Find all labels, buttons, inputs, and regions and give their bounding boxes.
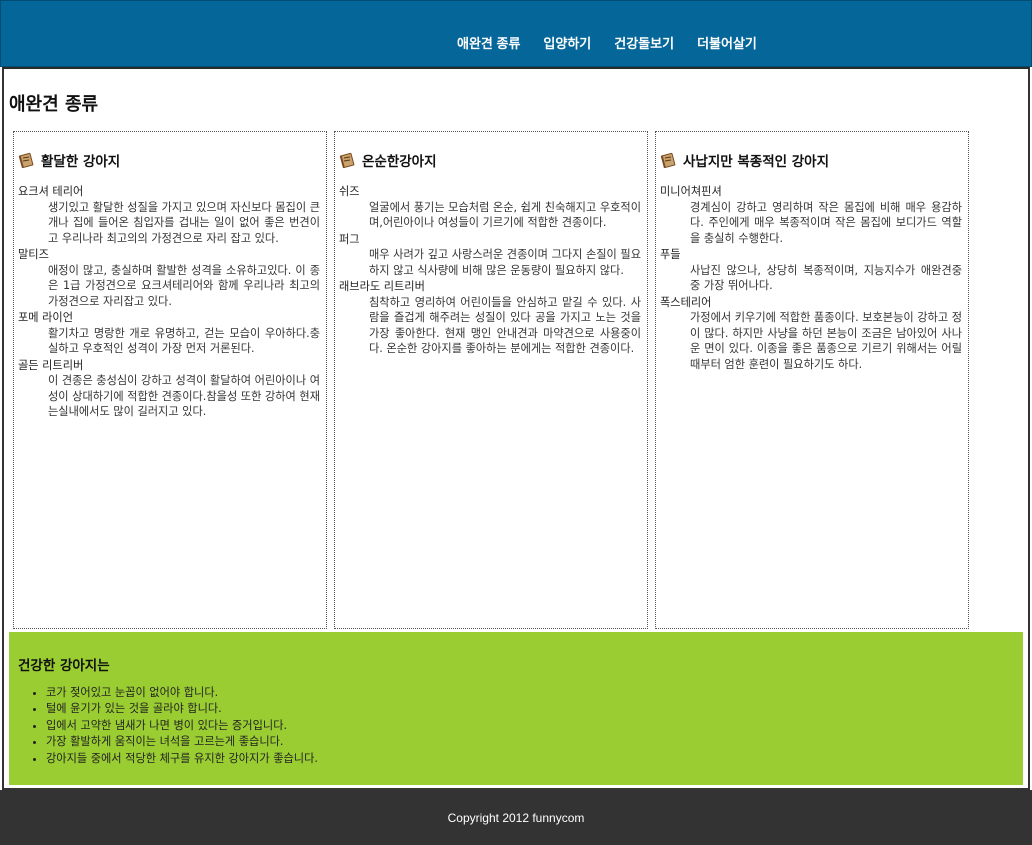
breed-description: 경계심이 강하고 영리하며 작은 몸집에 비해 매우 용감하다. 주인에게 매우… [690,200,962,245]
nav-item-health[interactable]: 건강돌보기 [614,33,674,52]
health-tips-box: 건강한 강아지는 코가 젖어있고 눈꼽이 없어야 합니다. 털에 윤기가 있는 … [9,632,1023,785]
breed-name: 미니어쳐핀셔 [660,185,722,198]
copyright-text: Copyright 2012 funnycom [447,811,585,825]
list-item: 강아지들 중에서 적당한 체구를 유지한 강아지가 좋습니다. [46,751,318,767]
breed-name: 골든 리트리버 [18,358,84,372]
column-header: 활달한 강아지 [18,150,320,170]
breed-description: 이 견종은 충성심이 강하고 성격이 활달하여 어린아이나 여성이 상대하기에 … [48,374,320,418]
main-nav: 애완견 종류 입양하기 건강돌보기 더불어살기 [457,33,780,52]
breed-description: 가정에서 키우기에 적합한 품종이다. 보호본능이 강하고 정이 많다. 하지만… [690,311,962,371]
breed-description: 침착하고 영리하여 어린이들을 안심하고 맡길 수 있다. 사람을 즐겁게 해주… [369,295,641,356]
list-item: 입에서 고약한 냄새가 나면 병이 있다는 증거입니다. [46,718,318,734]
breed-description: 얼굴에서 풍기는 모습처럼 온순, 쉽게 친숙해지고 우호적이며,어린아이나 여… [369,200,641,230]
breed-name: 요크셔 테리어 [18,185,84,198]
health-tips-title: 건강한 강아지는 [18,658,110,674]
list-item: 가장 활발하게 움직이는 녀석을 고르는게 좋습니다. [46,734,318,750]
book-icon [660,152,676,168]
book-icon [339,152,355,168]
breed-description: 애정이 많고, 충실하며 활발한 성격을 소유하고있다. 이 종은 1급 가정견… [48,263,320,308]
breed-list: 쉬즈 얼굴에서 풍기는 모습처럼 온순, 쉽게 친숙해지고 우호적이며,어린아이… [339,184,641,357]
health-tips-list: 코가 젖어있고 눈꼽이 없어야 합니다. 털에 윤기가 있는 것을 골라야 합니… [26,685,318,767]
breed-name: 쉬즈 [339,185,360,198]
breed-name: 폭스테리어 [660,295,712,309]
breed-column-obedient: 사납지만 복종적인 강아지 미니어쳐핀셔 경계심이 강하고 영리하며 작은 몸집… [655,131,969,629]
breed-name: 푸들 [660,248,681,261]
book-icon [18,152,34,168]
header-bar: 애완견 종류 입양하기 건강돌보기 더불어살기 [0,0,1032,67]
nav-item-breeds[interactable]: 애완견 종류 [457,33,520,52]
breed-description: 매우 사려가 깊고 사랑스러운 견종이며 그다지 손질이 필요하지 않고 식사량… [369,248,641,277]
column-header: 온순한강아지 [339,150,641,170]
breed-name: 래브라도 리트리버 [339,280,425,293]
column-title: 활달한 강아지 [41,154,121,170]
column-header: 사납지만 복종적인 강아지 [660,150,962,170]
page-title: 애완견 종류 [9,94,99,115]
breed-description: 생기있고 활달한 성질을 가지고 있으며 자신보다 몸집이 큰 개나 집에 들어… [48,200,320,245]
list-item: 코가 젖어있고 눈꼽이 없어야 합니다. [46,685,318,701]
breed-column-gentle: 온순한강아지 쉬즈 얼굴에서 풍기는 모습처럼 온순, 쉽게 친숙해지고 우호적… [334,131,648,629]
list-item: 털에 윤기가 있는 것을 골라야 합니다. [46,701,318,717]
footer: Copyright 2012 funnycom [0,790,1032,845]
breed-list: 요크셔 테리어 생기있고 활달한 성질을 가지고 있으며 자신보다 몸집이 큰 … [18,184,320,420]
column-title: 사납지만 복종적인 강아지 [683,154,830,170]
nav-item-living[interactable]: 더불어살기 [697,33,757,52]
breed-description: 활기차고 명랑한 개로 유명하고, 걷는 모습이 우아하다.충실하고 우호적인 … [48,326,320,356]
column-title: 온순한강아지 [362,154,437,170]
breed-name: 포메 라이언 [18,311,74,324]
breed-column-active: 활달한 강아지 요크셔 테리어 생기있고 활달한 성질을 가지고 있으며 자신보… [13,131,327,629]
breed-name: 말티즈 [18,248,49,261]
breed-name: 퍼그 [339,232,360,246]
nav-item-adoption[interactable]: 입양하기 [543,33,591,52]
breed-description: 사납진 않으나, 상당히 복종적이며, 지능지수가 애완견중 중 가장 뛰어나다… [690,263,962,293]
breed-list: 미니어쳐핀셔 경계심이 강하고 영리하며 작은 몸집에 비해 매우 용감하다. … [660,184,962,372]
